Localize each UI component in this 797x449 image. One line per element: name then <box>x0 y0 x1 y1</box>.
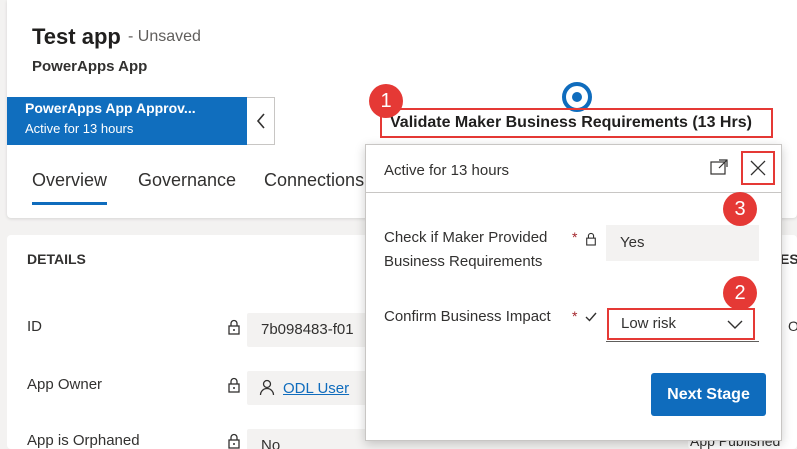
next-stage-button[interactable]: Next Stage <box>651 373 766 416</box>
maker-requirements-label: Check if Maker Provided Business Require… <box>384 229 548 270</box>
bpf-active-duration: Active for 13 hours <box>25 121 134 136</box>
entity-name: PowerApps App <box>32 58 148 75</box>
business-impact-select[interactable]: Low risk <box>607 308 755 340</box>
right-section-heading: ES <box>780 251 797 267</box>
callout-badge-3: 3 <box>723 192 757 226</box>
lock-icon <box>228 319 240 335</box>
tab-governance[interactable]: Governance <box>138 170 236 191</box>
orphaned-label: App is Orphaned <box>27 432 140 449</box>
business-impact-label: Confirm Business Impact <box>384 308 551 325</box>
bpf-collapse-button[interactable] <box>247 97 275 145</box>
flyout-close-button[interactable] <box>741 151 775 185</box>
save-status: - Unsaved <box>128 28 201 45</box>
lock-icon <box>228 377 240 393</box>
callout-badge-1: 1 <box>369 84 403 118</box>
lock-icon <box>228 433 240 449</box>
business-impact-value: Low risk <box>621 315 677 332</box>
stage-flyout: Active for 13 hours Check if Maker Provi… <box>365 144 782 441</box>
lock-icon <box>586 232 596 246</box>
maker-requirements-field[interactable]: Yes <box>606 225 759 261</box>
required-asterisk: * <box>572 308 578 324</box>
person-icon <box>259 379 275 396</box>
app-owner-label: App Owner <box>27 376 103 393</box>
callout-badge-2: 2 <box>723 276 757 310</box>
record-title: Test app <box>32 24 121 49</box>
app-owner-link[interactable]: ODL User <box>283 380 349 397</box>
select-underline <box>606 341 759 342</box>
chevron-left-icon <box>256 113 265 129</box>
bpf-process-pill[interactable]: PowerApps App Approv... Active for 13 ho… <box>7 97 247 145</box>
details-heading: DETAILS <box>27 251 86 267</box>
tab-overview[interactable]: Overview <box>32 170 108 205</box>
details-section: DETAILS ID 7b098483-f01 App Owner ODL Us… <box>7 235 387 449</box>
bpf-process-name: PowerApps App Approv... <box>25 100 196 116</box>
flyout-divider <box>366 192 781 193</box>
flyout-active-duration: Active for 13 hours <box>384 162 510 179</box>
close-icon <box>750 160 766 176</box>
checkmark-icon <box>585 312 597 322</box>
chevron-down-icon <box>727 320 743 329</box>
active-stage-label[interactable]: Validate Maker Business Requirements (13… <box>380 108 773 138</box>
popout-icon[interactable] <box>710 159 728 175</box>
tab-connections[interactable]: Connections <box>264 170 364 191</box>
id-label: ID <box>27 318 42 335</box>
right-field-fragment: O <box>788 318 797 334</box>
required-asterisk: * <box>572 229 578 245</box>
